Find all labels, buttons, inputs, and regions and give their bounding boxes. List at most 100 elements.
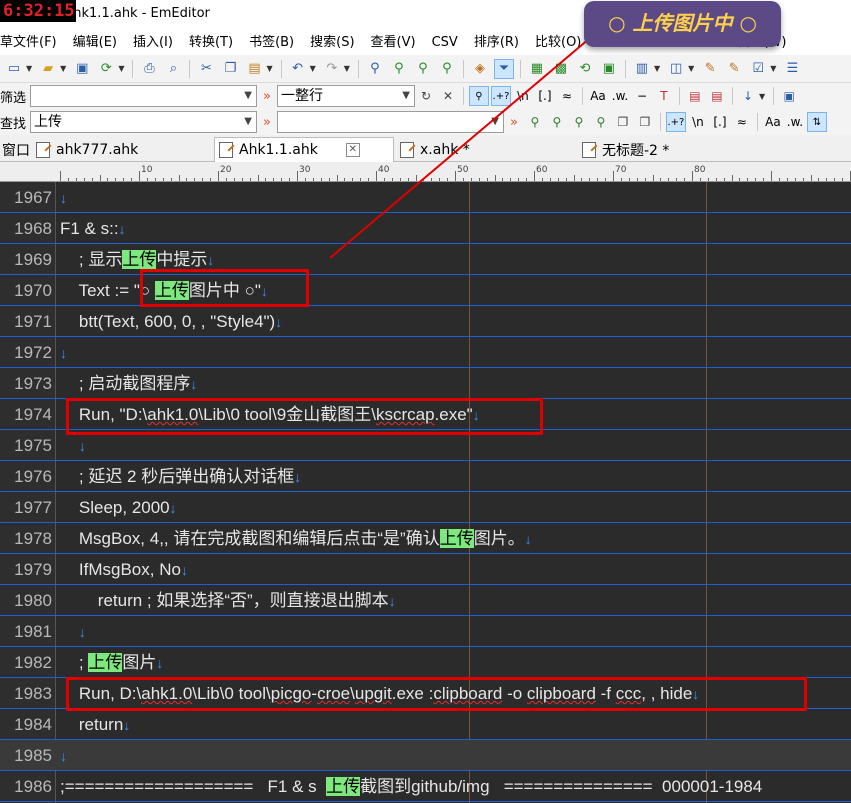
match-case-icon[interactable]: Aa xyxy=(588,86,608,106)
print-icon[interactable]: ⎙ xyxy=(139,59,159,79)
tab-window-list[interactable]: 窗口 xyxy=(0,137,30,162)
menu-compare[interactable]: 比较(O) xyxy=(527,30,589,55)
customize-icon[interactable]: ✎ xyxy=(724,59,744,79)
new-file-icon[interactable]: ▭ xyxy=(4,59,24,79)
plugin-dropdown-icon[interactable]: ▼ xyxy=(654,64,660,73)
find-icon[interactable]: ⚲ xyxy=(365,59,385,79)
arrow-down-icon[interactable]: ↓ xyxy=(738,86,758,106)
editor-line[interactable]: 1978 MsgBox, 4,, 请在完成截图和编辑后点击“是”确认上传图片。↓ xyxy=(0,523,851,554)
editor-line[interactable]: 1983 Run, D:\ahk1.0\Lib\0 tool\picgo-cro… xyxy=(0,678,851,709)
image-icon[interactable]: ▣ xyxy=(599,59,619,79)
editor-line[interactable]: 1977 Sleep, 2000↓ xyxy=(0,492,851,523)
open-dropdown-icon[interactable]: ▼ xyxy=(60,64,66,73)
redo-icon[interactable]: ↷ xyxy=(322,59,342,79)
editor-line[interactable]: 1984 return↓ xyxy=(0,709,851,740)
editor-line[interactable]: 1986 ;=================== F1 & s 上传截图到git… xyxy=(0,771,851,802)
editor-line[interactable]: 1979 IfMsgBox, No↓ xyxy=(0,554,851,585)
checklist-dropdown-icon[interactable]: ▼ xyxy=(770,64,776,73)
copy-result-icon[interactable]: ❐ xyxy=(613,112,633,132)
cut-icon[interactable]: ✂ xyxy=(196,59,216,79)
redo-dropdown-icon[interactable]: ▼ xyxy=(344,64,350,73)
match-case-icon[interactable]: Aa xyxy=(763,112,783,132)
text-editor[interactable]: 1967 ↓ 1968 F1 & s::↓ 1969 ; 显示上传中提示↓ 1970 Te… xyxy=(0,182,851,803)
settings-icon[interactable]: ✎ xyxy=(700,59,720,79)
editor-line[interactable]: 1971 btt(Text, 600, 0, , "Style4")↓ xyxy=(0,306,851,337)
find-up-icon[interactable]: ⚲ xyxy=(547,112,567,132)
search-mode-icon[interactable]: ⚲ xyxy=(468,86,489,106)
checklist-icon[interactable]: ☑ xyxy=(748,59,768,79)
menu-view[interactable]: 查看(V) xyxy=(363,30,424,55)
undo-icon[interactable]: ↶ xyxy=(288,59,308,79)
paste-result-icon[interactable]: ❐ xyxy=(635,112,655,132)
filter-input[interactable]: ▼ xyxy=(30,85,257,107)
escape-icon[interactable]: \n xyxy=(513,86,533,106)
regex-icon[interactable]: .+? xyxy=(490,86,511,106)
new-file-dropdown-icon[interactable]: ▼ xyxy=(26,64,32,73)
copy-icon[interactable]: ❐ xyxy=(220,59,240,79)
save-dropdown-icon[interactable]: ▼ xyxy=(118,64,124,73)
macro-icon[interactable]: ◫ xyxy=(666,59,686,79)
chevron-down-icon[interactable]: ▼ xyxy=(244,86,252,106)
strike-icon[interactable]: T xyxy=(654,86,674,106)
replace-input[interactable]: ▼ xyxy=(276,111,504,133)
undo-dropdown-icon[interactable]: ▼ xyxy=(310,64,316,73)
fuzzy-icon[interactable]: ≈ xyxy=(732,112,752,132)
editor-line[interactable]: 1975 ↓ xyxy=(0,430,851,461)
open-folder-icon[interactable]: ▰ xyxy=(38,59,58,79)
menu-csv[interactable]: CSV xyxy=(424,30,466,55)
sync-icon[interactable]: ⟲ xyxy=(575,59,595,79)
chevron-down-icon[interactable]: ▼ xyxy=(244,112,252,132)
editor-line[interactable]: 1982 ; 上传图片↓ xyxy=(0,647,851,678)
arrow-dropdown-icon[interactable]: ▼ xyxy=(759,92,765,101)
menu-convert[interactable]: 转换(T) xyxy=(181,30,241,55)
tab-untitled-2[interactable]: 无标题-2 * xyxy=(578,137,758,162)
highlight-icon[interactable]: ◈ xyxy=(470,59,490,79)
bookmark-list-icon[interactable]: ▤ xyxy=(707,86,727,106)
find-all-icon[interactable]: ⚲ xyxy=(569,112,589,132)
clear-icon[interactable]: ✕ xyxy=(438,86,458,106)
close-icon[interactable]: ✕ xyxy=(345,143,360,157)
paste-icon[interactable]: ▤ xyxy=(244,59,264,79)
editor-line[interactable]: 1972 ↓ xyxy=(0,337,851,368)
fuzzy-icon[interactable]: ≈ xyxy=(557,86,577,106)
find-prev-icon[interactable]: ⚲ xyxy=(413,59,433,79)
menu-file[interactable]: 草文件(F) xyxy=(0,30,65,55)
find-down-icon[interactable]: ⚲ xyxy=(525,112,545,132)
tab-ahk1-1[interactable]: Ahk1.1.ahk ✕ xyxy=(214,137,394,162)
print-preview-icon[interactable]: ⌕ xyxy=(163,59,183,79)
bracket-icon[interactable]: [.] xyxy=(710,112,730,132)
bookmark-icon[interactable]: ▤ xyxy=(685,86,705,106)
editor-line[interactable]: 1981 ↓ xyxy=(0,616,851,647)
refresh-icon[interactable]: ↻ xyxy=(416,86,436,106)
plugin-icon[interactable]: ▥ xyxy=(632,59,652,79)
editor-line[interactable]: 1967 ↓ xyxy=(0,182,851,213)
filter-mode-select[interactable]: 一整行 ▼ xyxy=(276,85,415,107)
filter-icon[interactable]: ⏷ xyxy=(493,58,514,79)
split-icon[interactable]: ▦ xyxy=(527,59,547,79)
macro-dropdown-icon[interactable]: ▼ xyxy=(688,64,694,73)
find-input[interactable]: 上传 ▼ xyxy=(30,111,257,133)
menu-sort[interactable]: 排序(R) xyxy=(466,30,527,55)
editor-line[interactable]: 1973 ; 启动截图程序↓ xyxy=(0,368,851,399)
tab-x-ahk[interactable]: x.ahk * xyxy=(396,137,576,162)
minus-icon[interactable]: − xyxy=(632,86,652,106)
whole-word-icon[interactable]: .w. xyxy=(785,112,805,132)
editor-line[interactable]: 1976 ; 延迟 2 秒后弹出确认对话框↓ xyxy=(0,461,851,492)
paste-dropdown-icon[interactable]: ▼ xyxy=(266,64,272,73)
chevron-down-icon[interactable]: ▼ xyxy=(491,112,499,132)
editor-line[interactable]: 1980 return ; 如果选择“否”，则直接退出脚本↓ xyxy=(0,585,851,616)
list-icon[interactable]: ☰ xyxy=(782,59,802,79)
menu-bookmark[interactable]: 书签(B) xyxy=(241,30,302,55)
editor-line[interactable]: 1968 F1 & s::↓ xyxy=(0,213,851,244)
editor-line[interactable]: 1969 ; 显示上传中提示↓ xyxy=(0,244,851,275)
editor-line[interactable]: 1985 ↓ xyxy=(0,740,851,771)
save-icon[interactable]: ▣ xyxy=(72,59,92,79)
editor-line[interactable]: 1974 Run, "D:\ahk1.0\Lib\0 tool\9金山截图王\k… xyxy=(0,399,851,430)
regex-icon[interactable]: .+? xyxy=(665,112,686,132)
menu-edit[interactable]: 编辑(E) xyxy=(65,30,125,55)
escape-icon[interactable]: \n xyxy=(688,112,708,132)
menu-insert[interactable]: 插入(I) xyxy=(125,30,181,55)
tab-ahk777[interactable]: ahk777.ahk xyxy=(32,137,212,162)
swap-icon[interactable]: ⇅ xyxy=(806,112,827,132)
menu-search[interactable]: 搜索(S) xyxy=(302,30,362,55)
